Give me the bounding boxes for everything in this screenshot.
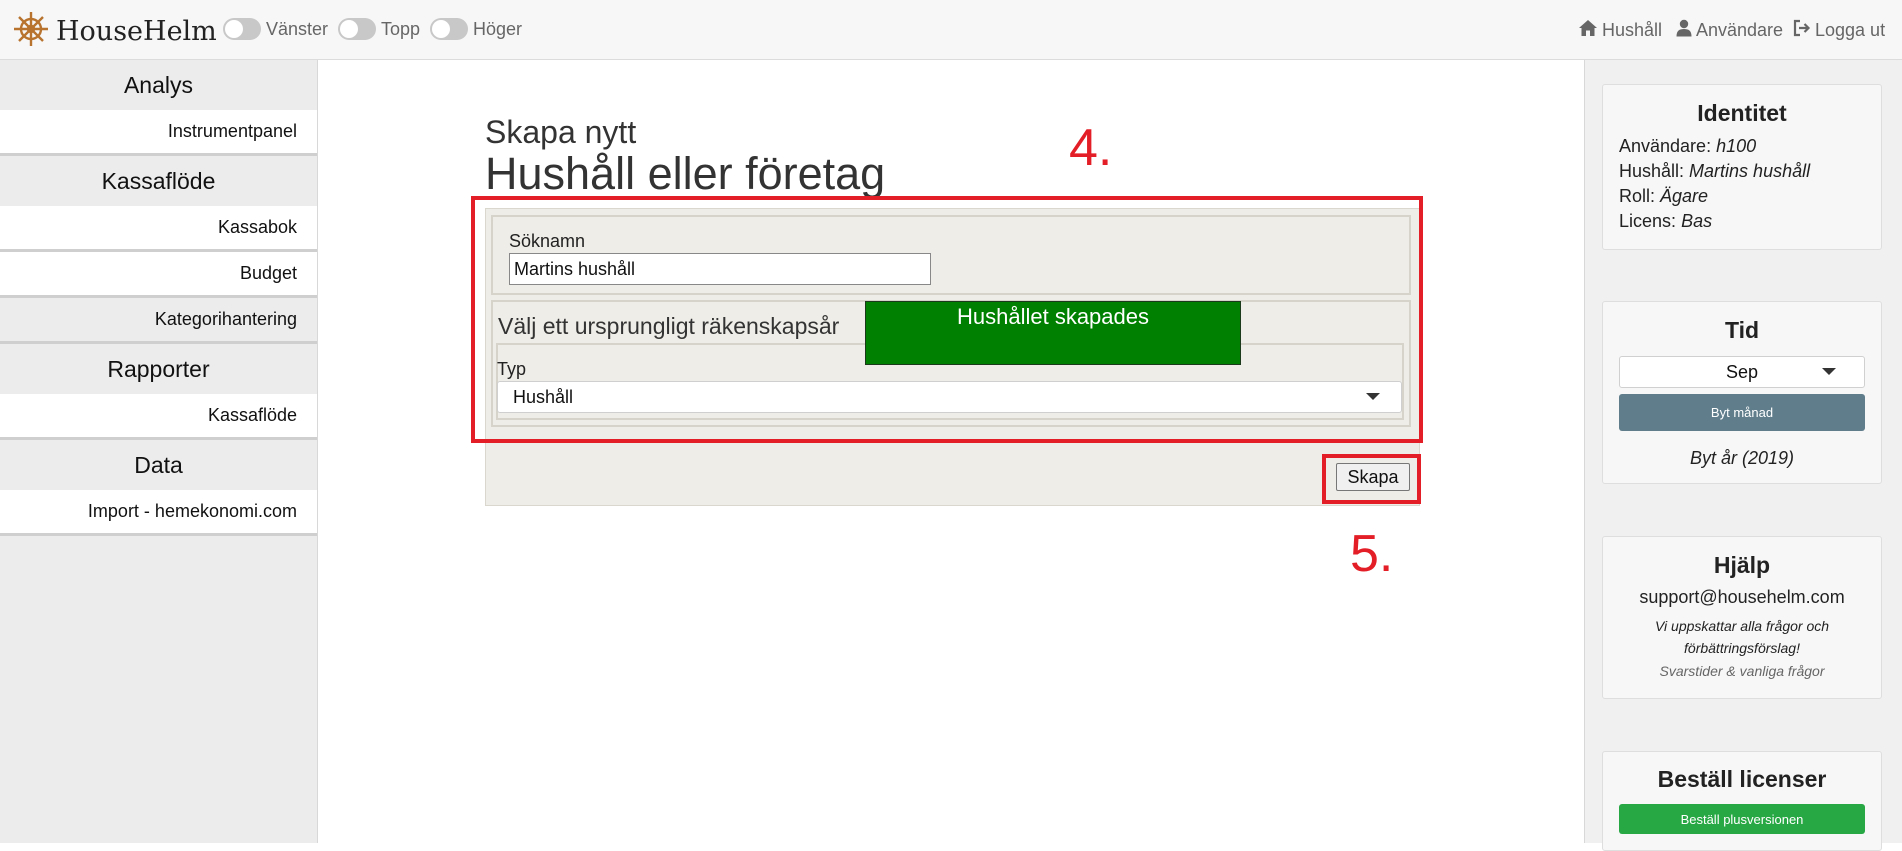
home-icon — [1578, 19, 1602, 42]
help-note-line1: Vi uppskattar alla frågor och — [1654, 618, 1830, 634]
sidebar-item-cashflow-report[interactable]: Kassaflöde — [0, 394, 317, 440]
annotation-box-step4 — [471, 196, 1423, 443]
help-card: Hjälp support@househelm.com Vi uppskatta… — [1602, 536, 1882, 699]
identity-role: Roll: Ägare — [1619, 186, 1709, 206]
sidebar-item-budget[interactable]: Budget — [0, 252, 317, 298]
toggle-left-sidebar[interactable]: Vänster — [223, 18, 328, 40]
sidebar-item-import[interactable]: Import - hemekonomi.com — [0, 490, 317, 536]
toggle-top-bar[interactable]: Topp — [338, 18, 420, 40]
identity-title: Identitet — [1697, 100, 1787, 126]
nav-household-link[interactable]: Hushåll — [1578, 19, 1662, 42]
toggle-label: Topp — [381, 18, 421, 39]
logout-link[interactable]: Logga ut — [1793, 19, 1885, 42]
app-name: HouseHelm — [56, 16, 217, 47]
identity-user: Användare: h100 — [1619, 136, 1757, 156]
licenses-title: Beställ licenser — [1657, 766, 1827, 792]
sidebar-section-title: Data — [134, 451, 183, 478]
sidebar-section-title: Rapporter — [107, 355, 210, 382]
support-email[interactable]: support@househelm.com — [1603, 587, 1881, 608]
licenses-card: Beställ licenser Beställ plusversionen — [1602, 751, 1882, 851]
identity-household: Hushåll: Martins hushåll — [1619, 161, 1811, 181]
identity-license: Licens: Bas — [1619, 211, 1713, 231]
change-month-button[interactable]: Byt månad — [1619, 394, 1865, 431]
left-sidebar: Analys Instrumentpanel Kassaflöde Kassab… — [0, 60, 318, 843]
toggle-switch[interactable] — [338, 18, 376, 40]
month-select-value: Sep — [1725, 362, 1759, 382]
nav-users-link[interactable]: Användare — [1676, 19, 1783, 42]
identity-card: Identitet Användare: h100 Hushåll: Marti… — [1602, 84, 1882, 250]
help-note-line2: förbättringsförslag! — [1684, 640, 1800, 656]
order-plus-button[interactable]: Beställ plusversionen — [1619, 804, 1865, 834]
top-bar: HouseHelm Vänster Topp Höger Hushåll Anv… — [0, 0, 1902, 60]
sidebar-section-title: Analys — [123, 71, 194, 98]
help-title: Hjälp — [1713, 552, 1771, 578]
caret-down-icon — [1822, 368, 1836, 375]
toggle-label: Vänster — [266, 18, 329, 39]
nav-household-label: Hushåll — [1602, 20, 1663, 40]
sign-out-icon — [1793, 19, 1815, 42]
time-title: Tid — [1724, 317, 1760, 343]
change-year-link[interactable]: Byt år (2019) — [1603, 448, 1881, 469]
annotation-step5: 5. — [1350, 525, 1394, 583]
annotation-step4: 4. — [1069, 119, 1113, 177]
time-card: Tid Sep Byt månad Byt år (2019) — [1602, 301, 1882, 484]
logout-label: Logga ut — [1815, 20, 1886, 40]
toggle-switch[interactable] — [430, 18, 468, 40]
sidebar-item-dashboard[interactable]: Instrumentpanel — [0, 110, 317, 156]
app-logo[interactable]: HouseHelm — [12, 10, 217, 53]
ship-wheel-icon — [12, 10, 50, 53]
toggle-label: Höger — [473, 18, 523, 39]
sidebar-item-category-management[interactable]: Kategorihantering — [0, 298, 317, 344]
toggle-right-sidebar[interactable]: Höger — [430, 18, 522, 40]
toggle-switch[interactable] — [223, 18, 261, 40]
nav-users-label: Användare — [1696, 20, 1784, 40]
page-subtitle: Skapa nytt — [485, 114, 637, 150]
sidebar-section-title: Kassaflöde — [101, 167, 216, 194]
page-title: Hushåll eller företag — [485, 148, 886, 199]
create-button[interactable]: Skapa — [1336, 463, 1410, 491]
user-icon — [1676, 19, 1696, 42]
faq-link[interactable]: Svarstider & vanliga frågor — [1603, 663, 1881, 679]
sidebar-item-cashbook[interactable]: Kassabok — [0, 206, 317, 252]
